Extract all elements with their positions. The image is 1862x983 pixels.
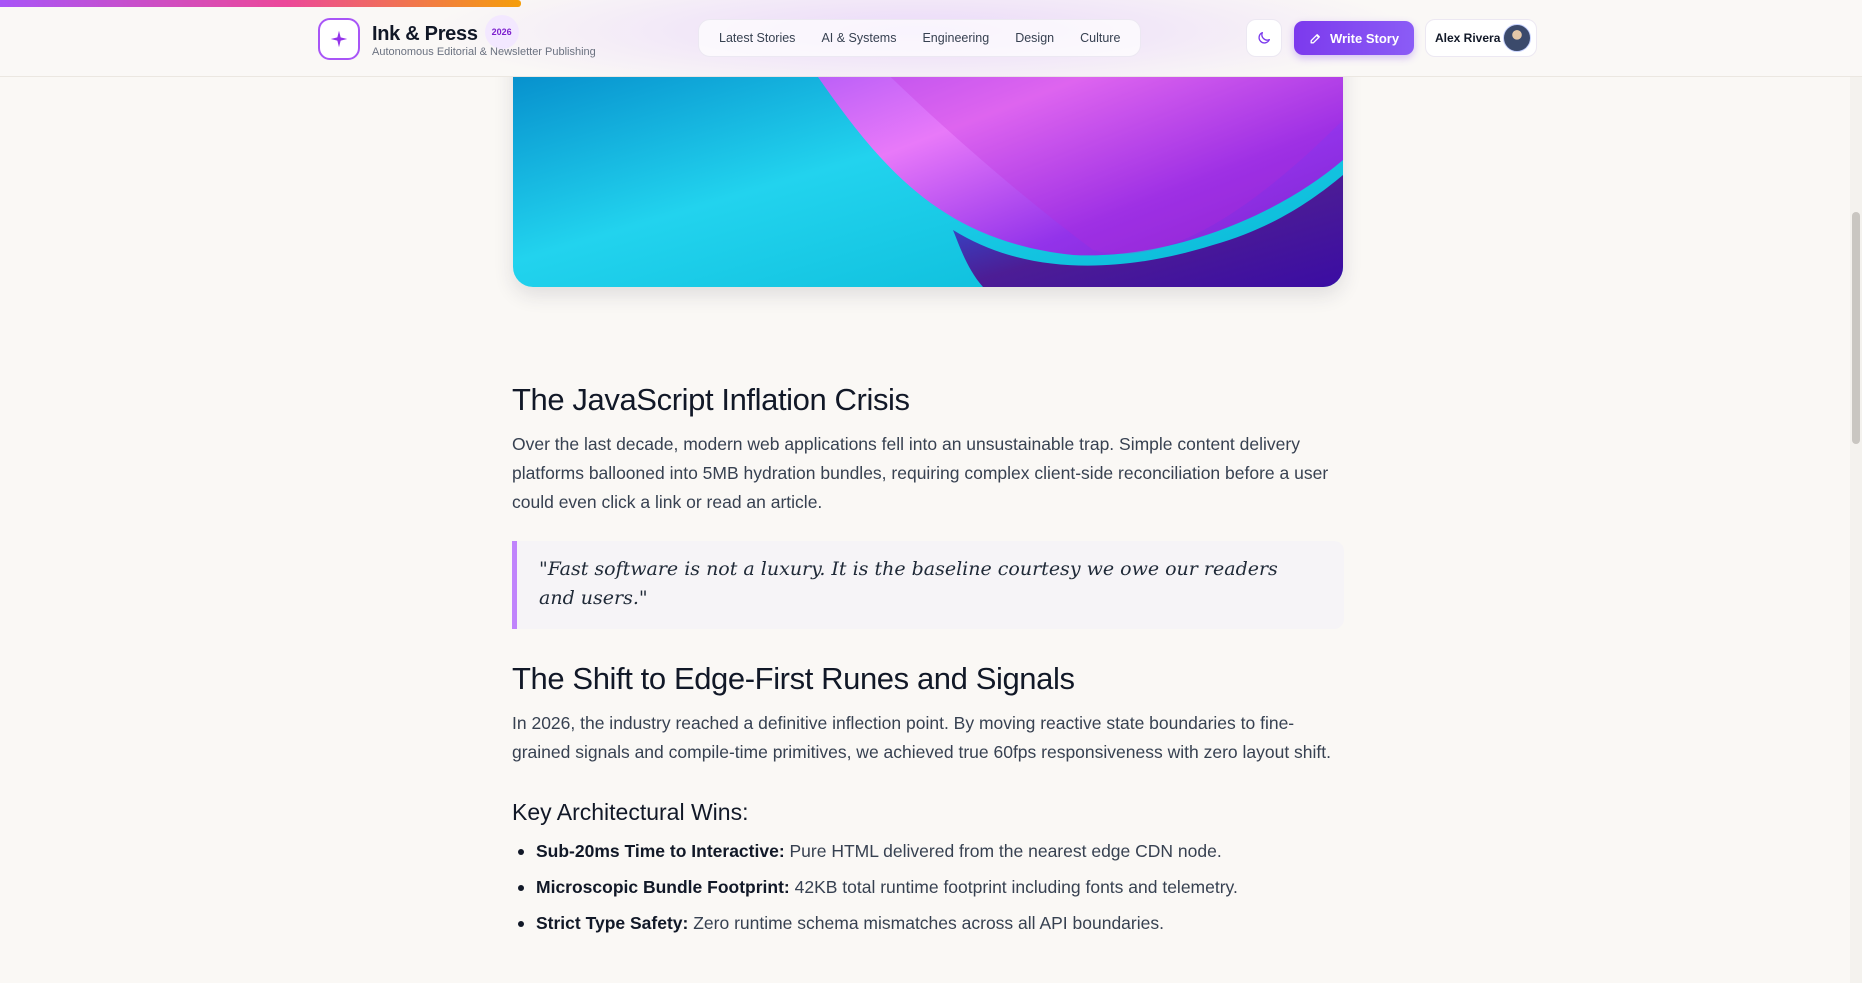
scrollbar[interactable] bbox=[1850, 0, 1862, 983]
section-heading: The Shift to Edge-First Runes and Signal… bbox=[512, 661, 1075, 696]
section-heading: The JavaScript Inflation Crisis bbox=[512, 382, 910, 417]
reading-progress-bar bbox=[0, 0, 1862, 7]
write-story-label: Write Story bbox=[1329, 30, 1400, 46]
user-menu[interactable]: Alex Rivera bbox=[1425, 19, 1537, 57]
brand[interactable]: Ink & Press 2026 Autonomous Editorial & … bbox=[318, 14, 596, 61]
edit-icon bbox=[1310, 33, 1320, 43]
brand-title: Ink & Press bbox=[372, 23, 478, 45]
user-name: Alex Rivera bbox=[1435, 31, 1501, 45]
site-header: Ink & Press 2026 Autonomous Editorial & … bbox=[0, 0, 1862, 77]
nav-engineering[interactable]: Engineering bbox=[912, 23, 999, 53]
list-item-text: Zero runtime schema mismatches across al… bbox=[688, 913, 1164, 933]
wins-list: Sub-20ms Time to Interactive: Pure HTML … bbox=[512, 833, 1344, 941]
list-item-term: Strict Type Safety: bbox=[536, 913, 689, 933]
hero-image bbox=[513, 40, 1343, 287]
avatar bbox=[1503, 24, 1531, 52]
main-nav: Latest Stories AI & Systems Engineering … bbox=[698, 19, 1142, 57]
list-item-term: Sub-20ms Time to Interactive: bbox=[536, 841, 785, 861]
reading-progress-fill bbox=[0, 0, 522, 7]
quote-text: "Fast software is not a luxury. It is th… bbox=[539, 558, 1278, 609]
nav-design[interactable]: Design bbox=[1005, 23, 1064, 53]
list-item-text: 42KB total runtime footprint including f… bbox=[789, 877, 1238, 897]
nav-ai-systems[interactable]: AI & Systems bbox=[811, 23, 906, 53]
subheading: Key Architectural Wins: bbox=[512, 799, 749, 825]
moon-icon bbox=[1258, 31, 1270, 44]
article-body: The JavaScript Inflation Crisis Over the… bbox=[512, 380, 1344, 941]
year-badge: 2026 bbox=[484, 14, 519, 49]
list-item-text: Pure HTML delivered from the nearest edg… bbox=[784, 841, 1222, 861]
nav-latest-stories[interactable]: Latest Stories bbox=[709, 23, 805, 53]
list-item: Sub-20ms Time to Interactive: Pure HTML … bbox=[512, 833, 1344, 869]
theme-toggle-button[interactable] bbox=[1246, 19, 1282, 57]
nav-culture[interactable]: Culture bbox=[1070, 23, 1130, 53]
write-story-button[interactable]: Write Story bbox=[1294, 21, 1414, 55]
brand-subtitle: Autonomous Editorial & Newsletter Publis… bbox=[372, 45, 596, 58]
list-item-term: Microscopic Bundle Footprint: bbox=[536, 877, 790, 897]
paragraph: In 2026, the industry reached a definiti… bbox=[512, 713, 1332, 762]
brand-text: Ink & Press 2026 Autonomous Editorial & … bbox=[372, 14, 596, 58]
list-item: Strict Type Safety: Zero runtime schema … bbox=[512, 905, 1344, 941]
paragraph: Over the last decade, modern web applica… bbox=[512, 434, 1329, 512]
sparkle-icon bbox=[318, 18, 360, 60]
pull-quote: "Fast software is not a luxury. It is th… bbox=[512, 541, 1344, 629]
list-item: Microscopic Bundle Footprint: 42KB total… bbox=[512, 869, 1344, 905]
scrollbar-thumb[interactable] bbox=[1852, 212, 1860, 444]
